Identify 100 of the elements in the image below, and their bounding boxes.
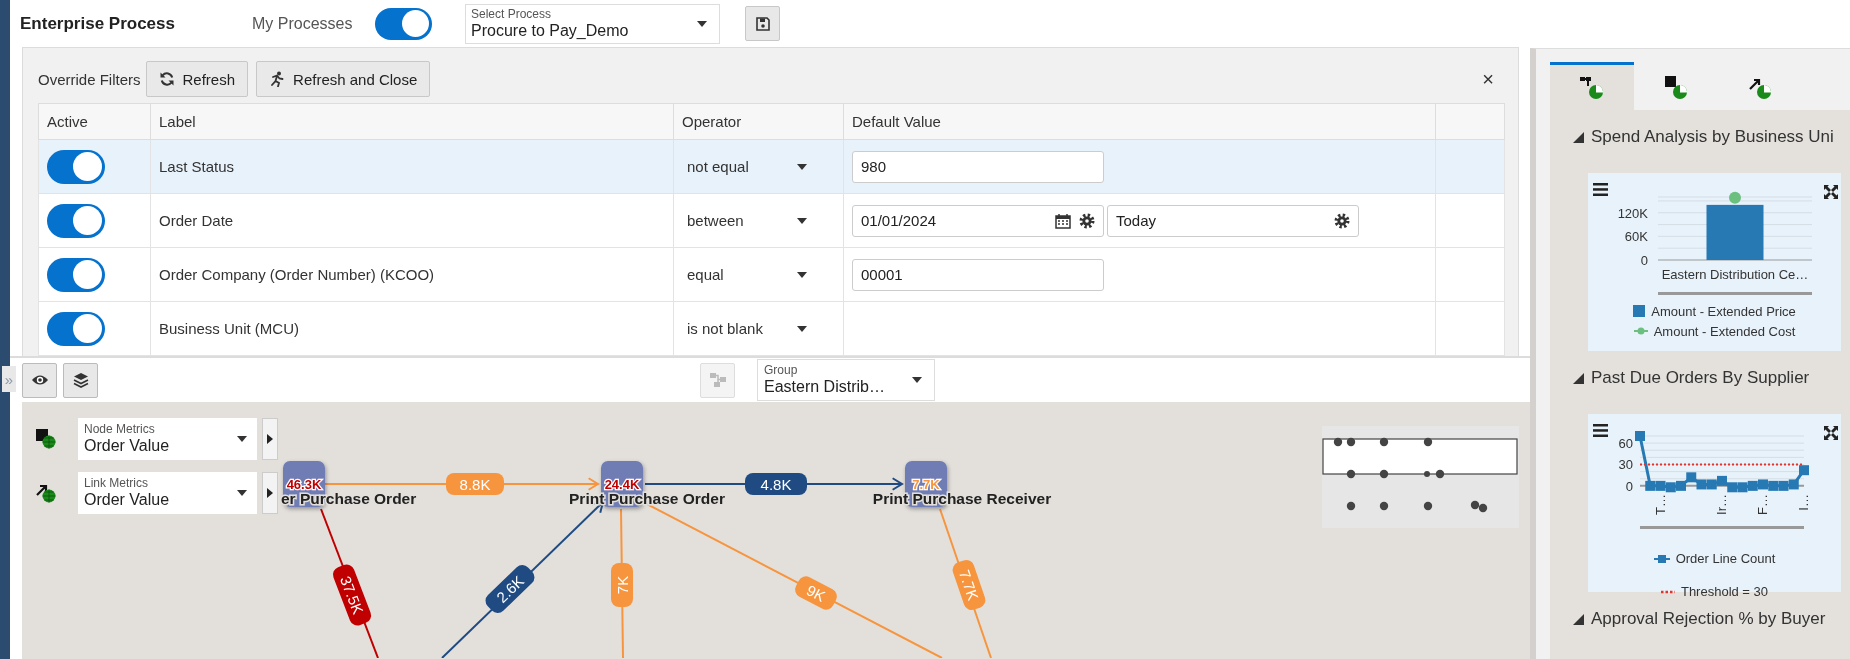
app-title: Enterprise Process: [20, 13, 176, 34]
data-point: [1676, 480, 1686, 491]
close-button[interactable]: ×: [1482, 67, 1494, 91]
legend-label: Amount - Extended Cost: [1653, 323, 1796, 339]
filter-row[interactable]: Order Company (Order Number) (KCOO) equal 00001: [38, 247, 1505, 302]
toggle-switch[interactable]: [375, 7, 432, 40]
legend-label: Order Line Count: [1675, 551, 1776, 566]
axis-label: I…: [1796, 494, 1811, 511]
axis-label: 0: [1625, 478, 1633, 494]
field-value: Order Value: [84, 490, 171, 509]
filter-row[interactable]: Business Unit (MCU) is not blank: [38, 301, 1505, 356]
node-value: 24.4K: [604, 477, 640, 492]
expand-button[interactable]: [262, 472, 278, 514]
field-label: Node Metrics: [84, 423, 156, 436]
toggle-switch[interactable]: [47, 203, 105, 238]
toggle-switch[interactable]: [47, 149, 105, 184]
axis-label: 120K: [1617, 205, 1648, 221]
save-button[interactable]: [745, 6, 780, 41]
field-value: Eastern Distrib…: [764, 377, 886, 396]
data-point: [1635, 431, 1645, 441]
caret-icon: [912, 377, 922, 383]
refresh-button[interactable]: Refresh: [145, 61, 249, 97]
toggle-switch[interactable]: [47, 311, 105, 346]
column-header: Default Value: [843, 103, 1436, 140]
legend-label: Threshold = 30: [1680, 584, 1769, 599]
data-point: [1747, 480, 1758, 491]
column-header: Label: [150, 103, 674, 140]
column-header: Active: [38, 103, 151, 140]
column-header: Operator: [673, 103, 844, 140]
axis-label: Ir…: [1714, 494, 1729, 515]
data-point: [1706, 479, 1717, 490]
data-point: [1696, 479, 1707, 490]
legend-line-icon: [1660, 589, 1675, 594]
table-cell: Last Status: [150, 139, 674, 194]
axis-label: 60: [1618, 436, 1633, 452]
link-label: 9K: [792, 573, 840, 613]
save-icon: [755, 16, 770, 31]
calendar-icon: [1055, 212, 1071, 229]
process-dropdown[interactable]: Select Process Procure to Pay_Demo: [465, 3, 720, 44]
section-title[interactable]: Approval Rejection % by Buyer: [1591, 609, 1826, 629]
view-button[interactable]: [22, 362, 57, 398]
node-value: 7.7K: [912, 477, 940, 492]
square-globe-icon: [36, 429, 56, 449]
metric-dropdown[interactable]: Node Metrics Order Value: [78, 418, 257, 460]
layers-button[interactable]: [63, 362, 98, 398]
data-point: [1665, 482, 1676, 493]
link-label: 37.5K: [330, 562, 374, 628]
caret-icon: [237, 490, 247, 496]
refresh-and-close-button[interactable]: Refresh and Close: [256, 61, 431, 97]
data-point: [1717, 475, 1727, 486]
field-label: Link Metrics: [84, 477, 149, 490]
text-field[interactable]: 00001: [852, 258, 1104, 291]
data-point: [1768, 480, 1779, 491]
data-point: [1686, 472, 1697, 483]
caret-icon: [797, 325, 807, 332]
legend-label: Amount - Extended Price: [1651, 303, 1796, 319]
caret-icon: [797, 217, 807, 224]
legend-square-icon: [1633, 305, 1646, 317]
layers-icon: [72, 372, 89, 388]
square-pie-icon: [1663, 74, 1689, 101]
table-cell: Order Date: [150, 193, 674, 248]
group-dropdown[interactable]: Group Eastern Distrib…: [757, 359, 935, 401]
caret-icon: [267, 434, 273, 444]
date-field[interactable]: 01/01/2024: [852, 204, 1104, 237]
metric-dropdown[interactable]: Link Metrics Order Value: [78, 472, 257, 514]
axis-label: F…: [1755, 494, 1770, 515]
date-field[interactable]: Today: [1107, 204, 1359, 237]
section-title[interactable]: Spend Analysis by Business Uni: [1591, 127, 1834, 147]
axis-label: 60K: [1624, 229, 1648, 245]
toggle-label: My Processes: [252, 14, 354, 33]
caret-icon: [237, 436, 247, 442]
filter-label: Override Filters: [38, 70, 141, 88]
table-cell: Order Company (Order Number) (KCOO): [150, 247, 674, 302]
field-label: Select Process: [471, 7, 553, 21]
data-point: [1645, 480, 1656, 491]
data-point: [1788, 479, 1799, 490]
maximize-icon: [1824, 426, 1838, 440]
toggle-switch[interactable]: [47, 257, 105, 292]
text-field[interactable]: 980: [852, 150, 1104, 183]
gear-icon: [1334, 212, 1350, 229]
link-label: 4.8K: [745, 473, 807, 495]
filter-row[interactable]: Last Status not equal 980: [38, 139, 1505, 194]
caret-icon: [797, 163, 807, 170]
data-point: [1737, 482, 1748, 493]
diagram-icon: [708, 372, 727, 388]
gear-icon: [1079, 212, 1095, 229]
menu-icon: [1593, 424, 1608, 437]
data-point: [1778, 480, 1789, 491]
data-point: [1727, 482, 1738, 493]
field-value: Procure to Pay_Demo: [471, 20, 630, 40]
axis-label: 0: [1640, 253, 1648, 268]
data-point: [1799, 465, 1809, 476]
field-label: Group: [764, 364, 799, 377]
link-label: 8.8K: [446, 473, 504, 495]
maximize-icon: [1824, 185, 1838, 199]
eye-icon: [30, 374, 49, 386]
expand-button[interactable]: [262, 418, 278, 460]
filter-row[interactable]: Order Date between 01/01/2024 Today: [38, 193, 1505, 248]
legend-marker-icon: [1653, 554, 1670, 563]
section-title[interactable]: Past Due Orders By Supplier: [1591, 368, 1810, 388]
